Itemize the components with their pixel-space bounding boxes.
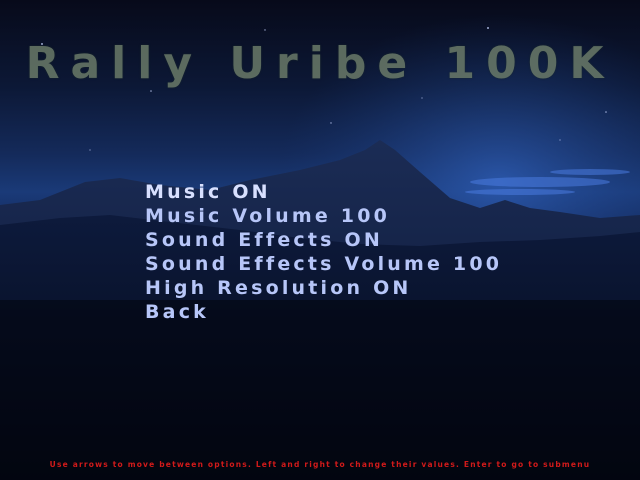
menu-item-back[interactable]: Back	[145, 300, 502, 324]
menu-item-music[interactable]: Music ON	[145, 180, 502, 204]
game-title: Rally Uribe 100K	[25, 38, 615, 89]
menu-item-music-volume[interactable]: Music Volume 100	[145, 204, 502, 228]
options-menu: Music ON Music Volume 100 Sound Effects …	[145, 180, 502, 324]
menu-item-sound-effects[interactable]: Sound Effects ON	[145, 228, 502, 252]
options-screen: Rally Uribe 100K Music ON Music Volume 1…	[0, 0, 640, 480]
controls-hint: Use arrows to move between options. Left…	[49, 460, 591, 469]
menu-item-high-resolution[interactable]: High Resolution ON	[145, 276, 502, 300]
menu-item-sound-effects-volume[interactable]: Sound Effects Volume 100	[145, 252, 502, 276]
